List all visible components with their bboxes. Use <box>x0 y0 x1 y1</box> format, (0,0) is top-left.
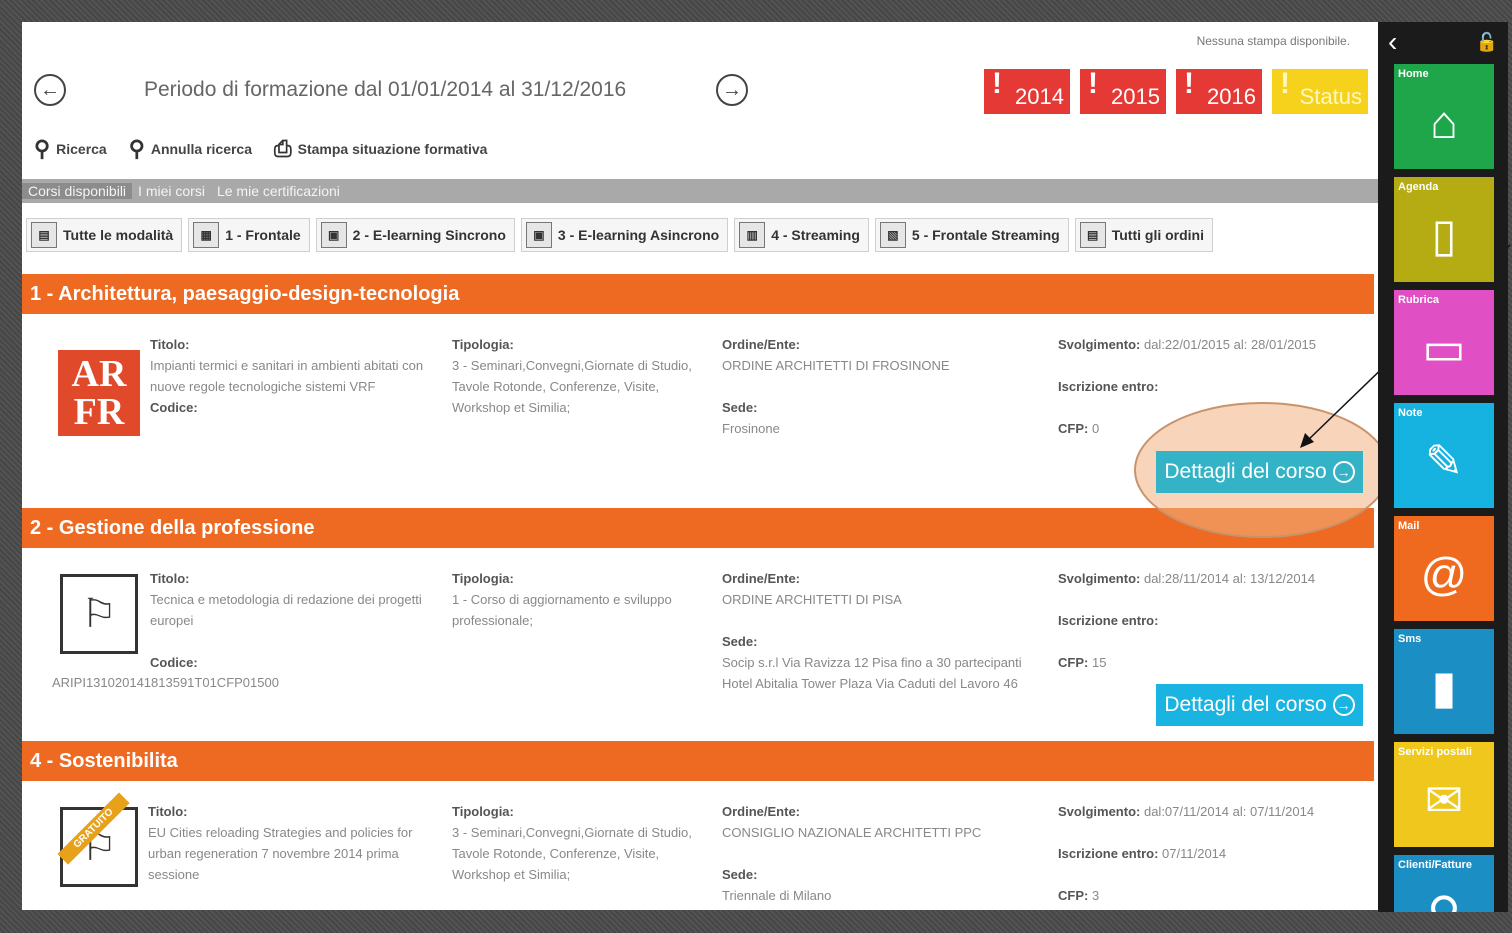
lock-icon[interactable]: 🔓 <box>1476 32 1498 53</box>
contact-card-icon: ▭ <box>1422 322 1466 374</box>
tile-note[interactable]: Note ✎ <box>1394 403 1494 508</box>
phone-icon: ▮ <box>1431 661 1457 713</box>
tile-servizi-postali[interactable]: Servizi postali ✉ <box>1394 742 1494 847</box>
tile-agenda[interactable]: Agenda ▯ <box>1394 177 1494 282</box>
envelope-icon: ✉ <box>1424 774 1464 826</box>
invoice-icon: ⚲ <box>1394 883 1494 912</box>
tile-home[interactable]: Home ⌂ <box>1394 64 1494 169</box>
at-icon: @ <box>1420 548 1468 600</box>
home-icon: ⌂ <box>1430 96 1458 148</box>
annotation-arrow <box>1300 244 1511 448</box>
tile-mail[interactable]: Mail @ <box>1394 516 1494 621</box>
tile-sms[interactable]: Sms ▮ <box>1394 629 1494 734</box>
notebook-icon: ▯ <box>1431 209 1457 261</box>
chevron-left-icon[interactable]: ‹ <box>1388 26 1397 58</box>
tile-clienti-fatture[interactable]: Clienti/Fatture ⚲ <box>1394 855 1494 912</box>
note-pencil-icon: ✎ <box>1424 435 1464 487</box>
tile-rubrica[interactable]: Rubrica ▭ <box>1394 290 1494 395</box>
sidebar: ‹ 🔓 Home ⌂ Agenda ▯ Rubrica ▭ Note ✎ Mai… <box>1378 22 1508 912</box>
